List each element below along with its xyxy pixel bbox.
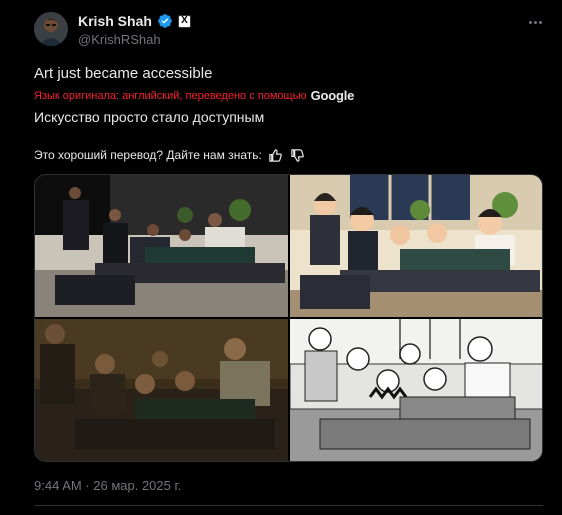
tweet-timestamp[interactable]: 9:44 AM · 26 мар. 2025 г.	[34, 478, 181, 493]
avatar[interactable]	[34, 12, 68, 46]
translation-feedback: Это хороший перевод? Дайте нам знать:	[34, 147, 306, 163]
media-anime[interactable]	[290, 175, 542, 317]
media-grid	[34, 174, 543, 462]
translation-note: Язык оригинала: английский, переведено с…	[34, 88, 354, 103]
tweet-text: Art just became accessible	[34, 65, 213, 82]
google-logo[interactable]: Google	[311, 88, 355, 103]
translated-text: Искусство просто стало доступным	[34, 109, 265, 125]
translation-note-text: Язык оригинала: английский, переведено с…	[34, 89, 307, 102]
more-icon[interactable]	[523, 14, 547, 30]
media-photo[interactable]	[35, 175, 288, 317]
thumbs-down-icon[interactable]	[290, 147, 306, 163]
author-row: Krish Shah X	[78, 13, 191, 29]
author-name[interactable]: Krish Shah	[78, 13, 152, 29]
thumbs-up-icon[interactable]	[268, 147, 284, 163]
media-lineart[interactable]	[290, 319, 542, 461]
media-painting[interactable]	[35, 319, 288, 461]
affiliate-badge: X	[177, 14, 191, 28]
divider	[34, 505, 543, 506]
feedback-question: Это хороший перевод? Дайте нам знать:	[34, 148, 262, 162]
author-handle[interactable]: @KrishRShah	[78, 32, 161, 47]
verified-icon	[158, 14, 172, 28]
tweet-card: Krish Shah X @KrishRShah Art just became…	[0, 0, 562, 515]
